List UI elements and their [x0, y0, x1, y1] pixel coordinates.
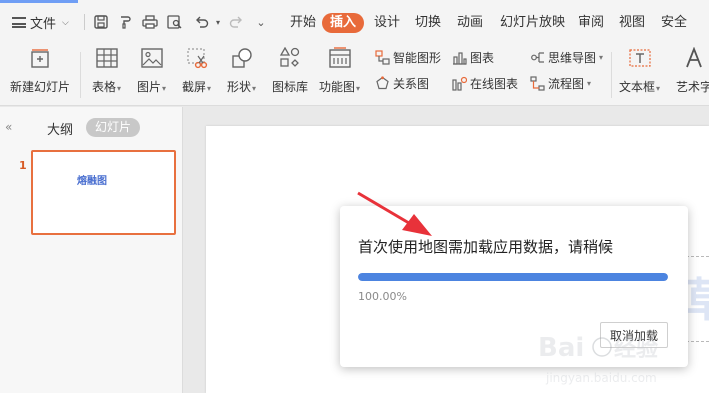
smart-graphic-icon — [375, 50, 390, 65]
chart-button[interactable]: 图表 — [452, 49, 494, 66]
relation-chart-label: 关系图 — [393, 77, 430, 91]
chevron-down-icon: ▾ — [587, 79, 592, 88]
mind-map-icon — [530, 50, 545, 65]
relation-chart-button[interactable]: 关系图 — [375, 75, 429, 92]
print-icon[interactable] — [141, 13, 159, 31]
mind-map-label: 思维导图 — [548, 51, 597, 65]
tab-slides[interactable]: 幻灯片 — [86, 118, 141, 137]
svg-text:Bai: Bai — [538, 333, 584, 363]
tab-design[interactable]: 设计 — [374, 13, 400, 33]
format-painter-icon[interactable] — [116, 13, 134, 31]
scissors-icon — [185, 46, 209, 70]
function-chart-label: 功能图 — [319, 80, 356, 94]
tab-insert[interactable]: 插入 — [322, 13, 365, 33]
baidu-watermark: Bai 经验 jingyan.baidu.com — [538, 333, 658, 385]
tab-view[interactable]: 视图 — [619, 13, 645, 33]
tab-home[interactable]: 开始 — [290, 13, 316, 33]
progress-bar — [358, 273, 668, 281]
tab-slideshow[interactable]: 幻灯片放映 — [500, 13, 565, 33]
screenshot-label: 截屏 — [182, 80, 207, 94]
online-chart-label: 在线图表 — [470, 77, 519, 91]
collapse-panel-icon[interactable]: « — [5, 120, 12, 134]
chevron-down-icon: ▾ — [162, 84, 167, 93]
file-menu-underline — [0, 0, 78, 3]
art-text-button[interactable]: 艺术字 — [676, 46, 709, 95]
chevron-down-icon: ▾ — [207, 84, 212, 93]
art-text-icon — [682, 46, 706, 70]
table-icon — [95, 46, 119, 70]
menu-bar: 文件 ⌵ ▾ ⌄ 开始 插入 设计 切换 动画 幻灯片放映 审阅 视图 安全 — [0, 0, 709, 44]
shape-label: 形状 — [227, 80, 252, 94]
svg-text:经验: 经验 — [614, 336, 658, 362]
function-chart-icon — [328, 46, 352, 70]
dialog-message: 首次使用地图需加载应用数据，请稍候 — [358, 238, 614, 256]
more-dropdown-icon[interactable]: ⌄ — [252, 13, 270, 31]
file-menu[interactable]: 文件 ⌵ — [12, 13, 69, 32]
svg-text:jingyan.baidu.com: jingyan.baidu.com — [545, 371, 657, 385]
chevron-down-icon: ▾ — [656, 84, 661, 93]
table-label: 表格 — [92, 80, 117, 94]
shape-icon — [230, 46, 254, 70]
text-box-button[interactable]: 文本框▾ — [619, 46, 660, 95]
thumbnail-title: 熔融图 — [77, 176, 107, 187]
tab-outline[interactable]: 大纲 — [47, 119, 73, 138]
tab-review[interactable]: 审阅 — [578, 13, 604, 33]
smart-graphic-button[interactable]: 智能图形 — [375, 49, 441, 66]
tab-security[interactable]: 安全 — [661, 13, 687, 33]
slide-panel: « 大纲 幻灯片 1 熔融图 — [0, 107, 183, 393]
shape-button[interactable]: 形状▾ — [227, 46, 256, 95]
flow-chart-label: 流程图 — [548, 77, 585, 91]
new-slide-button[interactable]: 新建幻灯片 — [10, 46, 70, 95]
undo-dropdown-icon[interactable]: ▾ — [209, 13, 227, 31]
bar-chart-icon — [452, 50, 467, 65]
ribbon-toolbar: 新建幻灯片 表格▾ 图片▾ 截屏▾ 形状▾ 图标库 功能图▾ 智能图形 图表 思… — [0, 44, 709, 106]
new-slide-label: 新建幻灯片 — [10, 80, 71, 94]
mind-map-button[interactable]: 思维导图 ▾ — [530, 49, 603, 66]
slide-number: 1 — [19, 159, 27, 172]
progress-percent: 100.00% — [358, 290, 407, 303]
relation-chart-icon — [375, 76, 390, 91]
art-text-label: 艺术字 — [676, 80, 709, 94]
chevron-down-icon: ▾ — [356, 84, 361, 93]
picture-label: 图片 — [137, 80, 162, 94]
tab-transition[interactable]: 切换 — [415, 13, 441, 33]
flow-chart-button[interactable]: 流程图 ▾ — [530, 75, 591, 92]
picture-icon — [140, 46, 164, 70]
icon-library-button[interactable]: 图标库 — [272, 46, 308, 95]
icon-library-icon — [278, 46, 302, 70]
online-chart-button[interactable]: 在线图表 — [452, 75, 518, 92]
file-menu-label: 文件 — [30, 17, 57, 32]
chart-label: 图表 — [470, 51, 495, 65]
online-chart-icon — [452, 76, 467, 91]
table-button[interactable]: 表格▾ — [92, 46, 121, 95]
tab-animation[interactable]: 动画 — [457, 13, 483, 33]
progress-fill — [358, 273, 668, 281]
print-preview-icon[interactable] — [166, 13, 184, 31]
chevron-down-icon: ▾ — [252, 84, 257, 93]
new-slide-icon — [28, 46, 52, 70]
redo-icon[interactable] — [227, 13, 245, 31]
screenshot-button[interactable]: 截屏▾ — [182, 46, 211, 95]
menu-divider — [84, 14, 85, 30]
chevron-down-icon: ▾ — [117, 84, 122, 93]
function-chart-button[interactable]: 功能图▾ — [319, 46, 360, 95]
smart-graphic-label: 智能图形 — [393, 51, 442, 65]
picture-button[interactable]: 图片▾ — [137, 46, 166, 95]
chevron-down-icon: ⌵ — [62, 17, 69, 28]
save-icon[interactable] — [92, 13, 110, 31]
slide-thumbnail[interactable]: 熔融图 — [31, 150, 176, 235]
chevron-down-icon: ▾ — [599, 53, 604, 62]
ribbon-divider — [80, 52, 81, 98]
hamburger-icon — [12, 17, 26, 28]
icon-library-label: 图标库 — [272, 80, 309, 94]
text-box-icon — [628, 46, 652, 70]
flow-chart-icon — [530, 76, 545, 91]
text-box-label: 文本框 — [619, 80, 656, 94]
ribbon-divider — [611, 52, 612, 98]
